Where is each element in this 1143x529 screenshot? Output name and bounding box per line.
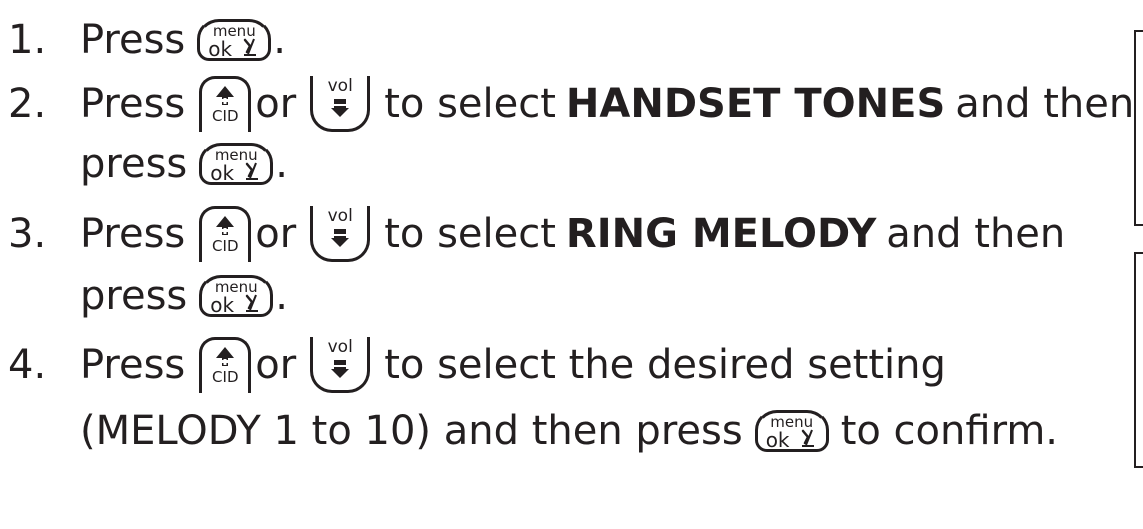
step-or: or — [255, 81, 297, 127]
step-end: . — [275, 141, 288, 187]
step-number: 1. — [8, 17, 47, 63]
vol-down-key-icon: vol — [310, 76, 371, 132]
down-arrow-icon — [331, 360, 350, 378]
step-confirm: to confirm. — [840, 408, 1058, 454]
side-panel-border-bottom — [1134, 252, 1143, 468]
menu-ok-key-icon: menu ok — [199, 275, 274, 317]
mute-mic-icon — [246, 162, 259, 180]
cid-key-label: CID — [212, 237, 239, 255]
mute-mic-icon — [246, 294, 259, 312]
down-arrow-icon — [331, 99, 350, 117]
up-arrow-icon — [216, 86, 235, 105]
cid-up-key-icon: CID — [199, 337, 252, 393]
step-text: Press — [80, 211, 186, 257]
vol-key-label: vol — [327, 206, 353, 226]
side-panel-border-top — [1134, 30, 1143, 226]
step-end: . — [273, 17, 286, 63]
step-number: 2. — [8, 81, 47, 127]
step-detail: (MELODY 1 to 10) and then press — [80, 408, 743, 454]
step-3: 3. Press CID or vol to select RING MELOD… — [0, 202, 1065, 266]
up-arrow-icon — [216, 216, 235, 235]
step-number: 4. — [8, 342, 47, 388]
vol-down-key-icon: vol — [310, 206, 371, 262]
step-4: 4. Press CID or vol to select the desire… — [0, 333, 946, 397]
step-text: Press — [80, 17, 186, 63]
down-arrow-icon — [331, 229, 350, 247]
step-press: press — [80, 141, 188, 187]
step-3-continued: press menu ok . — [0, 264, 288, 328]
step-4-continued: (MELODY 1 to 10) and then press menu ok … — [0, 399, 1058, 463]
step-2-continued: press menu ok . — [0, 132, 288, 196]
step-select: to select — [384, 81, 556, 127]
cid-key-label: CID — [212, 107, 239, 125]
step-2: 2. Press CID or vol to select HANDSET TO… — [0, 72, 1134, 136]
cid-key-label: CID — [212, 368, 239, 386]
mute-mic-icon — [801, 429, 814, 447]
vol-key-label: vol — [327, 337, 353, 357]
step-or: or — [255, 211, 297, 257]
step-end: . — [275, 273, 288, 319]
step-text: Press — [80, 342, 186, 388]
ok-key-label: ok — [208, 37, 233, 61]
ok-key-label: ok — [210, 293, 235, 317]
vol-down-key-icon: vol — [310, 337, 371, 393]
step-number: 3. — [8, 211, 47, 257]
step-select: to select — [384, 211, 556, 257]
ok-key-label: ok — [765, 428, 790, 452]
cid-up-key-icon: CID — [199, 76, 252, 132]
mute-mic-icon — [244, 38, 257, 56]
vol-key-label: vol — [327, 76, 353, 96]
step-press: press — [80, 273, 188, 319]
step-text: Press — [80, 81, 186, 127]
menu-target: RING MELODY — [565, 211, 877, 257]
up-arrow-icon — [216, 347, 235, 366]
step-and-then: and then — [886, 211, 1066, 257]
menu-ok-key-icon: menu ok — [754, 410, 829, 452]
step-or: or — [255, 342, 297, 388]
menu-ok-key-icon: menu ok — [199, 143, 274, 185]
step-select: to select the desired setting — [384, 342, 946, 388]
ok-key-label: ok — [210, 161, 235, 185]
menu-target: HANDSET TONES — [565, 81, 946, 127]
menu-ok-key-icon: menu ok — [197, 19, 272, 61]
step-and-then: and then — [955, 81, 1135, 127]
cid-up-key-icon: CID — [199, 206, 252, 262]
step-1: 1. Press menu ok . — [0, 8, 286, 72]
